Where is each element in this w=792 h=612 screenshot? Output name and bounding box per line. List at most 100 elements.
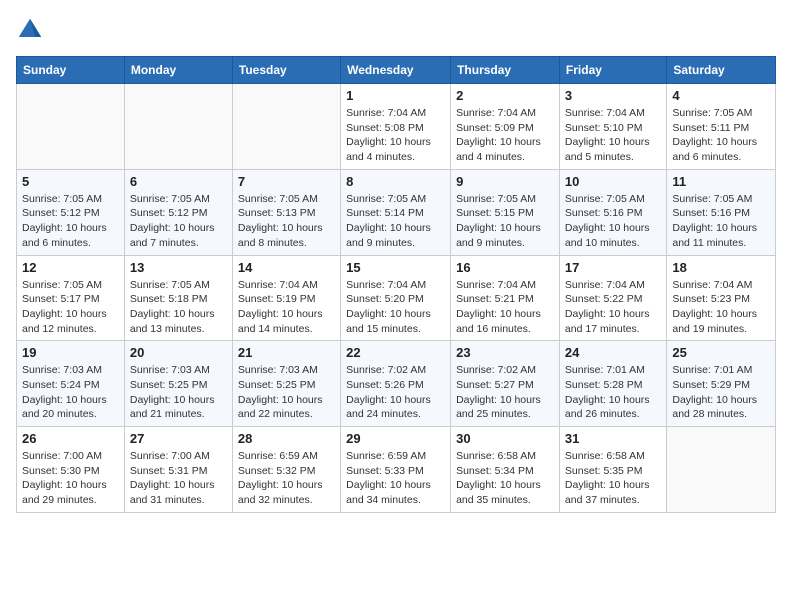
- day-number: 31: [565, 431, 661, 446]
- day-info: Sunrise: 7:04 AMSunset: 5:19 PMDaylight:…: [238, 278, 335, 337]
- day-info: Sunrise: 6:59 AMSunset: 5:33 PMDaylight:…: [346, 449, 445, 508]
- calendar-cell: 30 Sunrise: 6:58 AMSunset: 5:34 PMDayligh…: [451, 427, 560, 513]
- weekday-header: Tuesday: [232, 57, 340, 84]
- calendar-week-row: 5Sunrise: 7:05 AMSunset: 5:12 PMDaylight…: [17, 169, 776, 255]
- day-info: Sunrise: 7:02 AMSunset: 5:27 PMDaylight:…: [456, 363, 554, 422]
- day-info: Sunrise: 7:05 AMSunset: 5:12 PMDaylight:…: [130, 192, 227, 251]
- calendar-cell: 13 Sunrise: 7:05 AMSunset: 5:18 PMDayligh…: [124, 255, 232, 341]
- day-info: Sunrise: 7:04 AMSunset: 5:08 PMDaylight:…: [346, 106, 445, 165]
- day-info: Sunrise: 7:04 AMSunset: 5:21 PMDaylight:…: [456, 278, 554, 337]
- day-number: 2: [456, 88, 554, 103]
- weekday-header: Sunday: [17, 57, 125, 84]
- weekday-header: Wednesday: [341, 57, 451, 84]
- day-info: Sunrise: 7:00 AMSunset: 5:30 PMDaylight:…: [22, 449, 119, 508]
- calendar-cell: 7 Sunrise: 7:05 AMSunset: 5:13 PMDaylight…: [232, 169, 340, 255]
- logo-icon: [16, 16, 44, 44]
- day-number: 11: [672, 174, 770, 189]
- day-number: 10: [565, 174, 661, 189]
- weekday-header: Monday: [124, 57, 232, 84]
- day-info: Sunrise: 7:05 AMSunset: 5:15 PMDaylight:…: [456, 192, 554, 251]
- weekday-header: Friday: [559, 57, 666, 84]
- calendar-cell: 10Sunrise: 7:05 AMSunset: 5:16 PMDayligh…: [559, 169, 666, 255]
- day-number: 13: [130, 260, 227, 275]
- calendar-cell: 2 Sunrise: 7:04 AMSunset: 5:09 PMDaylight…: [451, 84, 560, 170]
- day-number: 17: [565, 260, 661, 275]
- calendar-week-row: 12 Sunrise: 7:05 AMSunset: 5:17 PMDayligh…: [17, 255, 776, 341]
- calendar-cell: 28 Sunrise: 6:59 AMSunset: 5:32 PMDayligh…: [232, 427, 340, 513]
- calendar-cell: 16 Sunrise: 7:04 AMSunset: 5:21 PMDayligh…: [451, 255, 560, 341]
- day-info: Sunrise: 7:01 AMSunset: 5:28 PMDaylight:…: [565, 363, 661, 422]
- calendar-cell: 17 Sunrise: 7:04 AMSunset: 5:22 PMDayligh…: [559, 255, 666, 341]
- calendar-cell: 14 Sunrise: 7:04 AMSunset: 5:19 PMDayligh…: [232, 255, 340, 341]
- day-number: 4: [672, 88, 770, 103]
- weekday-header: Saturday: [667, 57, 776, 84]
- day-number: 18: [672, 260, 770, 275]
- day-info: Sunrise: 7:03 AMSunset: 5:24 PMDaylight:…: [22, 363, 119, 422]
- day-number: 23: [456, 345, 554, 360]
- calendar-cell: 9Sunrise: 7:05 AMSunset: 5:15 PMDaylight…: [451, 169, 560, 255]
- calendar-cell: 15 Sunrise: 7:04 AMSunset: 5:20 PMDayligh…: [341, 255, 451, 341]
- day-number: 16: [456, 260, 554, 275]
- day-number: 1: [346, 88, 445, 103]
- day-info: Sunrise: 7:03 AMSunset: 5:25 PMDaylight:…: [238, 363, 335, 422]
- day-info: Sunrise: 6:58 AMSunset: 5:35 PMDaylight:…: [565, 449, 661, 508]
- day-number: 30: [456, 431, 554, 446]
- day-info: Sunrise: 7:05 AMSunset: 5:13 PMDaylight:…: [238, 192, 335, 251]
- day-info: Sunrise: 7:04 AMSunset: 5:22 PMDaylight:…: [565, 278, 661, 337]
- day-number: 15: [346, 260, 445, 275]
- day-info: Sunrise: 7:04 AMSunset: 5:09 PMDaylight:…: [456, 106, 554, 165]
- day-number: 19: [22, 345, 119, 360]
- calendar-cell: [232, 84, 340, 170]
- day-number: 29: [346, 431, 445, 446]
- calendar-cell: 21 Sunrise: 7:03 AMSunset: 5:25 PMDayligh…: [232, 341, 340, 427]
- day-info: Sunrise: 6:58 AMSunset: 5:34 PMDaylight:…: [456, 449, 554, 508]
- day-number: 12: [22, 260, 119, 275]
- calendar-cell: 8 Sunrise: 7:05 AMSunset: 5:14 PMDaylight…: [341, 169, 451, 255]
- day-info: Sunrise: 7:05 AMSunset: 5:14 PMDaylight:…: [346, 192, 445, 251]
- calendar-cell: 23 Sunrise: 7:02 AMSunset: 5:27 PMDayligh…: [451, 341, 560, 427]
- calendar-cell: 22 Sunrise: 7:02 AMSunset: 5:26 PMDayligh…: [341, 341, 451, 427]
- calendar-cell: [667, 427, 776, 513]
- calendar-cell: 18 Sunrise: 7:04 AMSunset: 5:23 PMDayligh…: [667, 255, 776, 341]
- day-info: Sunrise: 7:01 AMSunset: 5:29 PMDaylight:…: [672, 363, 770, 422]
- day-number: 28: [238, 431, 335, 446]
- day-info: Sunrise: 7:05 AMSunset: 5:18 PMDaylight:…: [130, 278, 227, 337]
- day-number: 14: [238, 260, 335, 275]
- day-number: 7: [238, 174, 335, 189]
- calendar-cell: 4Sunrise: 7:05 AMSunset: 5:11 PMDaylight…: [667, 84, 776, 170]
- day-info: Sunrise: 7:02 AMSunset: 5:26 PMDaylight:…: [346, 363, 445, 422]
- calendar-cell: 24 Sunrise: 7:01 AMSunset: 5:28 PMDayligh…: [559, 341, 666, 427]
- calendar-cell: 25 Sunrise: 7:01 AMSunset: 5:29 PMDayligh…: [667, 341, 776, 427]
- day-number: 8: [346, 174, 445, 189]
- weekday-header: Thursday: [451, 57, 560, 84]
- day-number: 22: [346, 345, 445, 360]
- calendar-cell: 12 Sunrise: 7:05 AMSunset: 5:17 PMDayligh…: [17, 255, 125, 341]
- calendar-cell: 5Sunrise: 7:05 AMSunset: 5:12 PMDaylight…: [17, 169, 125, 255]
- calendar-cell: 29 Sunrise: 6:59 AMSunset: 5:33 PMDayligh…: [341, 427, 451, 513]
- calendar-cell: 31 Sunrise: 6:58 AMSunset: 5:35 PMDayligh…: [559, 427, 666, 513]
- calendar-cell: [17, 84, 125, 170]
- calendar-cell: 3 Sunrise: 7:04 AMSunset: 5:10 PMDaylight…: [559, 84, 666, 170]
- calendar-cell: 1 Sunrise: 7:04 AMSunset: 5:08 PMDaylight…: [341, 84, 451, 170]
- calendar-week-row: 26Sunrise: 7:00 AMSunset: 5:30 PMDayligh…: [17, 427, 776, 513]
- day-info: Sunrise: 6:59 AMSunset: 5:32 PMDaylight:…: [238, 449, 335, 508]
- calendar-table: SundayMondayTuesdayWednesdayThursdayFrid…: [16, 56, 776, 513]
- day-number: 21: [238, 345, 335, 360]
- calendar-cell: 11 Sunrise: 7:05 AMSunset: 5:16 PMDayligh…: [667, 169, 776, 255]
- day-info: Sunrise: 7:04 AMSunset: 5:10 PMDaylight:…: [565, 106, 661, 165]
- day-number: 24: [565, 345, 661, 360]
- day-info: Sunrise: 7:05 AMSunset: 5:17 PMDaylight:…: [22, 278, 119, 337]
- calendar-header-row: SundayMondayTuesdayWednesdayThursdayFrid…: [17, 57, 776, 84]
- calendar-cell: 19 Sunrise: 7:03 AMSunset: 5:24 PMDayligh…: [17, 341, 125, 427]
- day-info: Sunrise: 7:05 AMSunset: 5:16 PMDaylight:…: [672, 192, 770, 251]
- day-number: 27: [130, 431, 227, 446]
- day-number: 25: [672, 345, 770, 360]
- day-number: 6: [130, 174, 227, 189]
- day-info: Sunrise: 7:05 AMSunset: 5:12 PMDaylight:…: [22, 192, 119, 251]
- day-info: Sunrise: 7:04 AMSunset: 5:20 PMDaylight:…: [346, 278, 445, 337]
- calendar-cell: 26Sunrise: 7:00 AMSunset: 5:30 PMDayligh…: [17, 427, 125, 513]
- day-number: 3: [565, 88, 661, 103]
- calendar-week-row: 1 Sunrise: 7:04 AMSunset: 5:08 PMDaylight…: [17, 84, 776, 170]
- day-info: Sunrise: 7:04 AMSunset: 5:23 PMDaylight:…: [672, 278, 770, 337]
- page-header: [16, 16, 776, 44]
